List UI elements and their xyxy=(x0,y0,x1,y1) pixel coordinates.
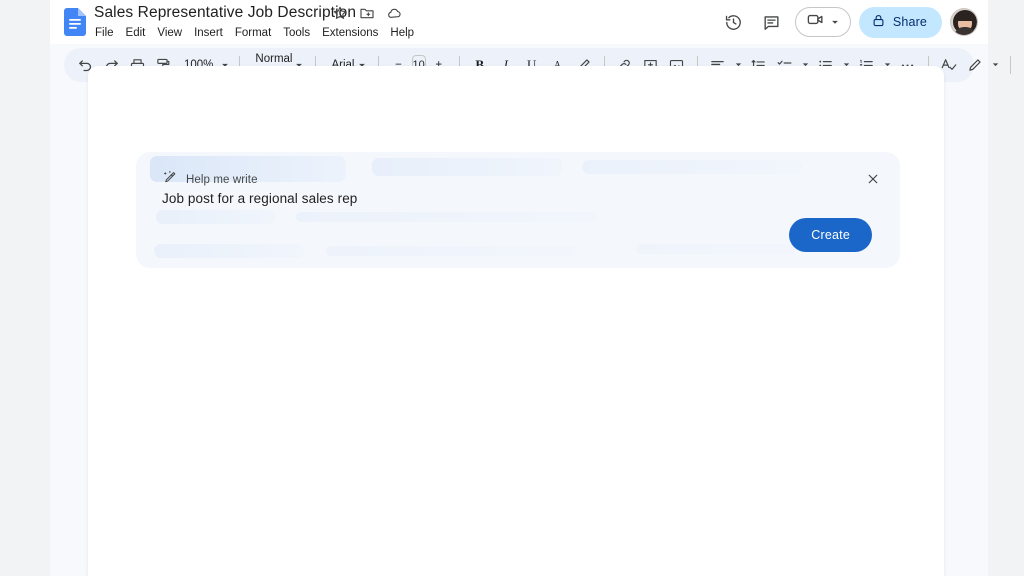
share-button[interactable]: Share xyxy=(858,6,942,38)
shimmer-block xyxy=(156,210,276,224)
title-action-icons xyxy=(332,5,402,21)
help-me-write-header: Help me write xyxy=(162,170,258,190)
collapse-toolbar-icon[interactable] xyxy=(1018,52,1024,78)
docs-app: Sales Representative Job Description Fil… xyxy=(50,0,1011,576)
document-page[interactable]: Help me write Job post for a regional sa… xyxy=(88,66,944,576)
toolbar-divider xyxy=(1009,56,1011,74)
menu-extensions[interactable]: Extensions xyxy=(322,26,378,40)
share-label: Share xyxy=(892,15,927,29)
menu-bar: File Edit View Insert Format Tools Exten… xyxy=(94,26,414,40)
help-me-write-dialog: Help me write Job post for a regional sa… xyxy=(136,152,900,268)
avatar[interactable] xyxy=(950,8,978,36)
meet-button[interactable] xyxy=(794,7,851,37)
menu-insert[interactable]: Insert xyxy=(194,26,223,40)
menu-tools[interactable]: Tools xyxy=(283,26,310,40)
close-icon[interactable] xyxy=(860,166,886,192)
menu-file[interactable]: File xyxy=(95,26,114,40)
browser-window: Sales Representative Job Description Fil… xyxy=(0,0,1024,576)
shimmer-block xyxy=(372,158,562,176)
chevron-down-icon xyxy=(989,58,1003,72)
comment-icon[interactable] xyxy=(757,7,787,37)
video-camera-icon xyxy=(806,10,825,34)
shimmer-block xyxy=(154,244,304,258)
shimmer-block xyxy=(582,160,802,174)
magic-pen-icon xyxy=(162,170,177,190)
create-button[interactable]: Create xyxy=(789,218,872,252)
header-actions: Share xyxy=(719,0,978,44)
shimmer-block xyxy=(636,244,796,254)
shimmer-block xyxy=(296,212,596,222)
version-history-icon[interactable] xyxy=(719,7,749,37)
menu-help[interactable]: Help xyxy=(390,26,414,40)
move-to-folder-icon[interactable] xyxy=(359,5,375,21)
editing-mode-control[interactable] xyxy=(962,52,1003,78)
docs-header: Sales Representative Job Description Fil… xyxy=(50,0,988,44)
chevron-down-icon xyxy=(828,15,842,29)
menu-format[interactable]: Format xyxy=(235,26,271,40)
star-icon[interactable] xyxy=(332,5,348,21)
menu-view[interactable]: View xyxy=(157,26,182,40)
menu-edit[interactable]: Edit xyxy=(126,26,146,40)
shimmer-block xyxy=(326,246,576,256)
lock-icon xyxy=(871,13,886,31)
google-docs-icon[interactable] xyxy=(64,8,86,36)
cloud-saved-icon[interactable] xyxy=(386,5,402,21)
editing-pen-icon xyxy=(962,52,988,78)
help-me-write-label: Help me write xyxy=(186,174,258,186)
help-me-write-prompt[interactable]: Job post for a regional sales rep xyxy=(162,191,357,206)
